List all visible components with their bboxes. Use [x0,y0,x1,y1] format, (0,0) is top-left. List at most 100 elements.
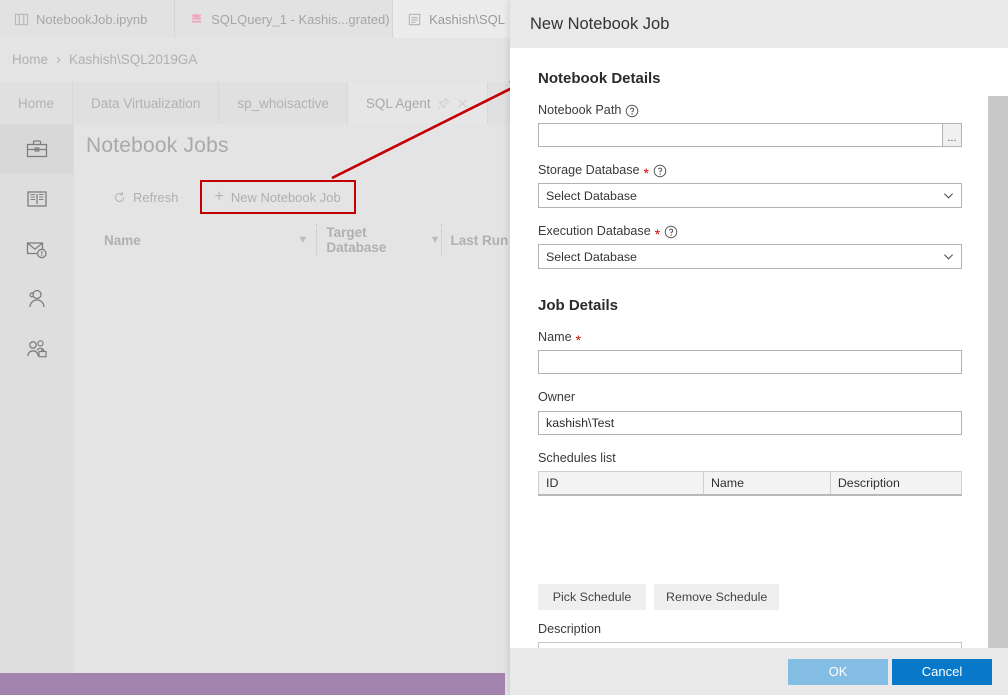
sidebar-item-alerts[interactable] [0,224,74,274]
tab-data-virtualization[interactable]: Data Virtualization [73,82,219,124]
close-icon[interactable] [456,97,469,110]
schedule-buttons: Pick Schedule Remove Schedule [538,584,962,610]
tab-label: sp_whoisactive [237,96,329,111]
dialog-header: New Notebook Job [510,0,1008,48]
storage-database-select[interactable]: Select Database [538,183,962,208]
dialog-footer: OK Cancel [510,648,1008,695]
remove-schedule-button[interactable]: Remove Schedule [654,584,779,610]
tab-label: Home [18,96,54,111]
tab-sp-whoisactive[interactable]: sp_whoisactive [219,82,348,124]
book-icon [25,187,49,211]
new-notebook-job-button[interactable]: + New Notebook Job [200,180,356,214]
help-circle-icon[interactable] [625,104,639,118]
sidebar-item-notebook-jobs[interactable] [0,174,74,224]
new-notebook-job-dialog: New Notebook Job Notebook Details Notebo… [510,0,1008,695]
execution-database-select[interactable]: Select Database [538,244,962,269]
tab-label: Data Virtualization [91,96,200,111]
pin-icon[interactable] [437,97,450,110]
dialog-title: New Notebook Job [530,15,669,34]
editor-tab-dashboard[interactable]: Kashish\SQL [393,0,520,38]
breadcrumb: Home › Kashish\SQL2019GA [0,38,520,80]
label-text: Notebook Path [538,103,621,118]
owner-input[interactable] [538,411,962,435]
job-name-field: Name * [538,330,962,374]
sql-agent-activity-bar [0,124,74,695]
refresh-icon [113,191,126,204]
cancel-button[interactable]: Cancel [892,659,992,685]
sidebar-item-operators[interactable] [0,274,74,324]
help-circle-icon[interactable] [653,164,667,178]
ok-button[interactable]: OK [788,659,888,685]
section-job-details: Job Details [538,297,962,314]
execution-database-label: Execution Database * [538,224,962,239]
server-dashboard-icon [407,12,422,27]
grid-column-label: Target Database [326,225,429,255]
job-name-input[interactable] [538,350,962,374]
help-circle-icon[interactable] [664,225,678,239]
notebook-icon [14,12,29,27]
notebook-path-label: Notebook Path [538,103,962,118]
tab-sql-agent[interactable]: SQL Agent [348,82,488,124]
label-text: Owner [538,390,575,405]
query-icon [189,12,204,27]
execution-database-value: Select Database [538,244,962,269]
proxies-people-icon [25,337,49,361]
alerts-envelope-icon [25,237,49,261]
notebook-jobs-toolbar: Refresh + New Notebook Job [100,180,356,214]
status-bar [0,673,505,695]
label-text: Execution Database [538,224,651,239]
schedules-empty-area [538,496,962,578]
chevron-down-icon [943,251,954,262]
schedules-column-name[interactable]: Name [703,471,830,495]
grid-column-last-run[interactable]: Last Run [441,224,520,256]
chevron-down-icon [943,190,954,201]
schedules-column-description[interactable]: Description [830,471,961,495]
chevron-down-icon[interactable]: ▼ [430,234,441,246]
editor-tab-sqlquery[interactable]: SQLQuery_1 - Kashis...grated) [175,0,393,38]
storage-database-value: Select Database [538,183,962,208]
grid-column-target-database[interactable]: Target Database ▼ [316,224,440,256]
label-text: Schedules list [538,451,616,466]
sidebar-item-jobs[interactable] [0,124,74,174]
job-name-label: Name * [538,330,962,345]
section-notebook-details: Notebook Details [538,70,962,87]
dialog-body: Notebook Details Notebook Path ... Stora… [510,48,988,648]
dialog-scrollbar-thumb[interactable] [988,96,1008,695]
editor-tab-notebook[interactable]: NotebookJob.ipynb [0,0,175,38]
label-text: Name [538,330,572,345]
briefcase-icon [25,137,49,161]
required-asterisk: * [644,166,649,180]
editor-tab-label: NotebookJob.ipynb [36,12,147,27]
refresh-button[interactable]: Refresh [100,180,192,214]
required-asterisk: * [655,227,660,241]
tab-label: SQL Agent [366,96,431,111]
schedules-table: ID Name Description [538,471,962,496]
dashboard-tab-row: Home Data Virtualization sp_whoisactive … [0,82,520,124]
grid-column-label: Last Run [451,233,509,248]
page-title: Notebook Jobs [86,134,229,158]
required-asterisk: * [576,333,581,347]
tab-home[interactable]: Home [0,82,73,124]
chevron-down-icon[interactable]: ▼ [298,234,317,246]
grid-column-label: Name [104,233,141,248]
new-notebook-job-label: New Notebook Job [231,190,341,205]
editor-tab-label: SQLQuery_1 - Kashis...grated) [211,12,389,27]
operator-person-icon [25,287,49,311]
sidebar-item-proxies[interactable] [0,324,74,374]
editor-tab-label: Kashish\SQL [429,12,505,27]
schedules-column-id[interactable]: ID [539,471,704,495]
owner-field: Owner [538,390,962,434]
breadcrumb-current[interactable]: Kashish\SQL2019GA [69,52,197,67]
grid-column-name[interactable]: Name ▼ [100,224,316,256]
dialog-scrollbar-track[interactable] [988,48,1008,648]
owner-label: Owner [538,390,962,405]
schedules-header-row: ID Name Description [539,471,962,495]
storage-database-label: Storage Database * [538,163,962,178]
label-text: Description [538,622,601,637]
refresh-label: Refresh [133,190,179,205]
pick-schedule-button[interactable]: Pick Schedule [538,584,646,610]
label-text: Storage Database [538,163,640,178]
browse-button[interactable]: ... [943,123,962,147]
breadcrumb-home[interactable]: Home [12,52,48,67]
notebook-path-input[interactable] [538,123,943,147]
